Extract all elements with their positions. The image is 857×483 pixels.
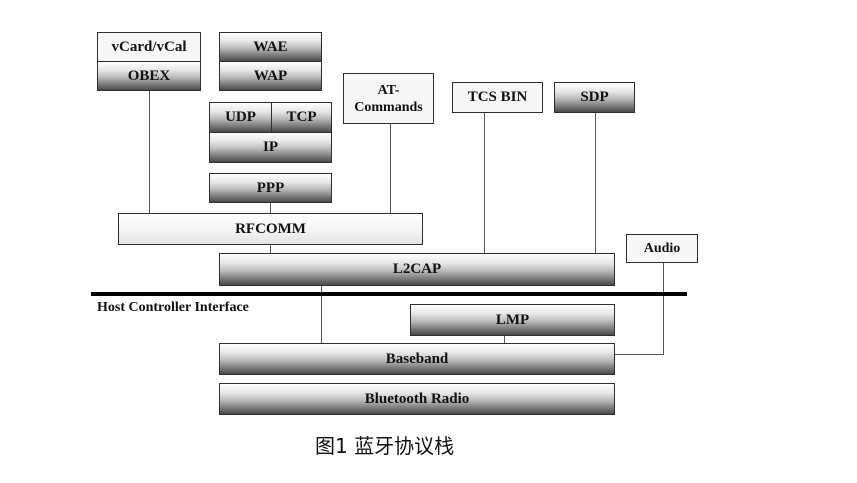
figure-caption: 图1 蓝牙协议栈 <box>315 434 455 458</box>
block-tcs-bin: TCS BIN <box>452 82 543 113</box>
block-vcard-vcal: vCard/vCal <box>97 32 201 62</box>
connector-at-rfcomm <box>390 123 391 214</box>
block-rfcomm: RFCOMM <box>118 213 423 245</box>
hci-divider <box>91 292 687 296</box>
block-bluetooth-radio: Bluetooth Radio <box>219 383 615 415</box>
block-wap: WAP <box>219 61 322 91</box>
block-l2cap: L2CAP <box>219 253 615 286</box>
block-obex: OBEX <box>97 61 201 91</box>
bluetooth-protocol-stack-diagram: vCard/vCal OBEX WAE WAP UDP TCP IP PPP A… <box>0 0 857 483</box>
block-ppp: PPP <box>209 173 332 203</box>
block-baseband: Baseband <box>219 343 615 375</box>
connector-obex-rfcomm <box>149 90 150 214</box>
block-lmp: LMP <box>410 304 615 336</box>
block-wae: WAE <box>219 32 322 62</box>
block-ip: IP <box>209 132 332 163</box>
block-tcp: TCP <box>271 102 332 133</box>
hci-label: Host Controller Interface <box>97 300 249 315</box>
block-audio: Audio <box>626 234 698 263</box>
block-at-commands: AT-Commands <box>343 73 434 124</box>
block-udp: UDP <box>209 102 272 133</box>
connector-audio-down <box>663 262 664 354</box>
connector-tcs-l2cap <box>484 112 485 254</box>
connector-sdp-l2cap <box>595 112 596 254</box>
connector-audio-baseband <box>614 354 664 355</box>
block-sdp: SDP <box>554 82 635 113</box>
